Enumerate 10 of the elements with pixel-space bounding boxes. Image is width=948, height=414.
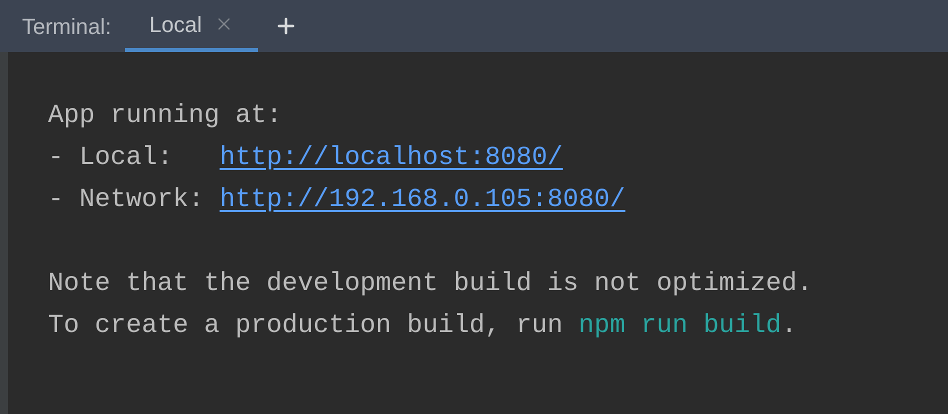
terminal-tab[interactable]: Local	[125, 0, 258, 52]
terminal-line: - Local: http://localhost:8080/	[48, 141, 564, 174]
terminal-line: To create a production build, run npm run build.	[48, 309, 798, 342]
terminal-line: App running at:	[48, 99, 284, 132]
terminal-line: Note that the development build is not optimized.	[48, 267, 813, 300]
terminal-line: - Network: http://192.168.0.105:8080/	[48, 183, 626, 216]
tool-window-title: Terminal:	[22, 12, 112, 40]
url-link[interactable]: http://192.168.0.105:8080/	[220, 184, 626, 214]
tab-label: Local	[149, 10, 202, 38]
url-link[interactable]: http://localhost:8080/	[220, 142, 563, 172]
